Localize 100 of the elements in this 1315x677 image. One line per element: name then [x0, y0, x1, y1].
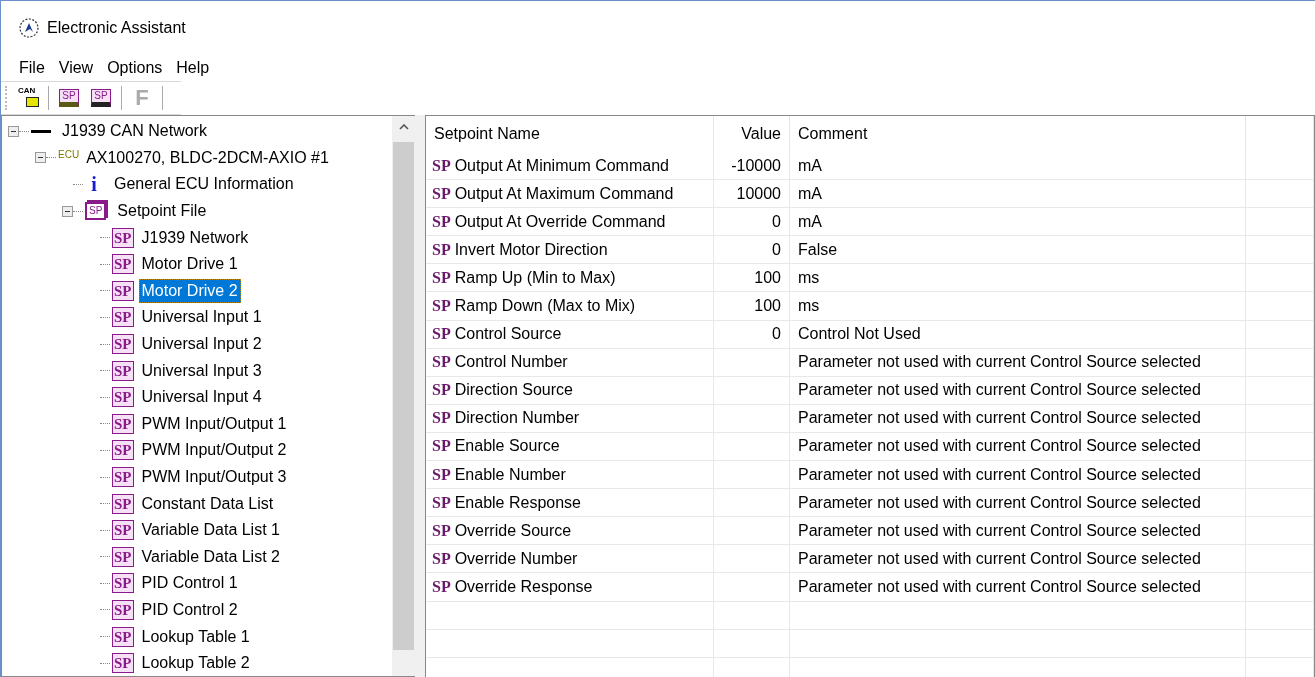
tree-item[interactable]: Universal Input 3: [138, 358, 265, 383]
setpoint-icon: SP: [432, 325, 451, 344]
table-cell: Control Not Used: [798, 325, 921, 344]
setpoint-icon: SP: [112, 626, 134, 647]
tree-item[interactable]: J1939 Network: [138, 225, 252, 250]
tree-item[interactable]: Motor Drive 2: [138, 278, 241, 303]
table-cell: Output At Override Command: [454, 212, 666, 231]
table-cell: Parameter not used with current Control Source selected: [798, 437, 1201, 456]
setpoint-icon: SP: [112, 254, 134, 275]
setpoint-icon: SP: [432, 465, 451, 484]
table-cell: Direction Source: [454, 381, 573, 400]
setpoint-icon: SP: [112, 334, 134, 355]
column-header[interactable]: Value: [714, 116, 790, 152]
setpoint-icon: SP: [112, 653, 134, 674]
network-line-icon: [31, 129, 51, 133]
setpoint-icon: SP: [432, 156, 451, 175]
table-cell: Output At Maximum Command: [454, 184, 674, 203]
setpoint-icon: SP: [112, 440, 134, 461]
tree-item[interactable]: Variable Data List 1: [138, 518, 283, 543]
table-cell: Direction Number: [454, 409, 580, 428]
setpoint-icon: SP: [112, 360, 134, 381]
table-cell: Control Source: [454, 325, 562, 344]
setpoint-icon: SP: [112, 227, 134, 248]
setpoint-icon: SP: [432, 409, 451, 428]
table-cell: Control Number: [454, 353, 568, 372]
setpoint-icon: SP: [432, 549, 451, 568]
tree-item[interactable]: PWM Input/Output 3: [138, 465, 290, 489]
tree-item[interactable]: Setpoint File: [114, 199, 210, 224]
table-cell: False: [798, 240, 838, 259]
setpoint-icon: SP: [432, 184, 451, 203]
tree-item[interactable]: Universal Input 1: [138, 305, 265, 330]
table-cell: 100: [754, 268, 781, 287]
table-cell: mA: [798, 156, 822, 175]
collapse-icon[interactable]: [35, 152, 46, 164]
setpoint-icon: SP: [432, 437, 451, 456]
table-cell: mA: [798, 184, 822, 203]
table-cell: Parameter not used with current Control Source selected: [798, 465, 1201, 484]
table-cell: Parameter not used with current Control Source selected: [798, 549, 1201, 568]
tree-item[interactable]: AX100270, BLDC-2DCM-AXIO #1: [83, 145, 332, 170]
setpoint-icon: SP: [432, 353, 451, 372]
setpoint-icon: SP: [432, 493, 451, 512]
window-title: Electronic Assistant: [47, 19, 186, 37]
scrollbar[interactable]: [392, 116, 415, 676]
tree-item[interactable]: Universal Input 4: [138, 385, 265, 410]
setpoint-icon: SP: [112, 307, 134, 328]
table-cell: 100: [754, 297, 781, 315]
tree-item[interactable]: PID Control 2: [138, 598, 241, 622]
table-cell: Parameter not used with current Control Source selected: [798, 409, 1201, 428]
setpoint-icon: SP: [112, 493, 134, 514]
tree-item[interactable]: PID Control 1: [138, 571, 241, 596]
setpoint-icon: SP: [112, 600, 134, 620]
setpoint-icon: SP: [432, 521, 451, 540]
tree-item[interactable]: PWM Input/Output 1: [138, 411, 290, 436]
collapse-icon[interactable]: [8, 125, 19, 137]
tree-item[interactable]: General ECU Information: [111, 172, 297, 197]
setpoint-file-icon: SP: [85, 202, 107, 221]
collapse-icon[interactable]: [62, 205, 73, 217]
table-cell: Parameter not used with current Control Source selected: [798, 521, 1201, 540]
save-setpoint-button[interactable]: SP: [87, 84, 115, 112]
table-cell: 0: [772, 325, 781, 344]
column-header[interactable]: Setpoint Name: [426, 116, 714, 152]
menu-item[interactable]: Help: [176, 59, 210, 77]
can-network-button[interactable]: CAN: [14, 84, 42, 112]
table-cell: ms: [798, 268, 820, 287]
table-cell: Override Source: [454, 521, 572, 540]
ecu-icon: ECU: [58, 148, 80, 160]
tree-item[interactable]: Lookup Table 2: [138, 651, 253, 676]
scroll-up-icon[interactable]: [398, 124, 409, 130]
table-cell: Ramp Down (Max to Mix): [454, 297, 636, 315]
setpoint-icon: SP: [112, 546, 134, 567]
menu-item[interactable]: File: [19, 59, 45, 77]
table-cell: 10000: [736, 184, 781, 203]
tree-item[interactable]: PWM Input/Output 2: [138, 438, 290, 463]
tree-item[interactable]: Motor Drive 1: [138, 252, 241, 277]
tree-item[interactable]: J1939 CAN Network: [59, 119, 210, 144]
table-cell: Enable Source: [454, 437, 560, 456]
tree-item[interactable]: Universal Input 2: [138, 332, 265, 357]
table-cell: Override Number: [454, 549, 578, 568]
menu-item[interactable]: Options: [107, 59, 163, 77]
table-cell: mA: [798, 212, 822, 231]
scrollbar-thumb[interactable]: [393, 142, 414, 650]
tree-item[interactable]: Lookup Table 1: [138, 624, 253, 649]
setpoint-icon: SP: [432, 240, 451, 259]
tree-item[interactable]: Constant Data List: [138, 491, 277, 516]
table-cell: ms: [798, 297, 820, 315]
table-cell: Override Response: [454, 577, 593, 596]
setpoint-icon: SP: [432, 212, 451, 231]
column-header[interactable]: Comment: [790, 116, 1246, 152]
menu-item[interactable]: View: [58, 59, 94, 77]
table-cell: Ramp Up (Min to Max): [454, 268, 616, 287]
info-icon: i: [85, 173, 103, 196]
open-setpoint-button[interactable]: SP: [55, 84, 83, 112]
setpoint-icon: SP: [112, 573, 134, 594]
setpoint-icon: SP: [112, 280, 134, 301]
tree-item[interactable]: Variable Data List 2: [138, 544, 283, 569]
setpoint-icon: SP: [432, 381, 451, 400]
setpoint-icon: SP: [112, 387, 134, 408]
setpoint-icon: SP: [432, 577, 451, 596]
setpoint-icon: SP: [432, 268, 451, 287]
table-cell: -10000: [731, 156, 781, 175]
